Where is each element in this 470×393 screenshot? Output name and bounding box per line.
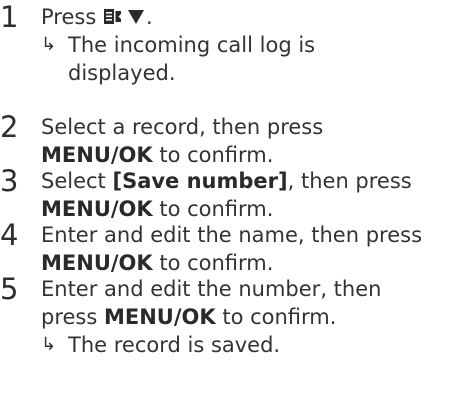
step-text-suffix: to confirm. [152, 143, 274, 167]
step-result: ↳ The incoming call log is [41, 31, 466, 59]
step-text: Select a record, then press MENU/OK to c… [41, 113, 466, 169]
step-number: 5 [0, 272, 19, 306]
result-arrow-icon: ↳ [41, 334, 57, 355]
step-text-suffix: , then press [287, 169, 412, 193]
result-text: The incoming call log is [68, 33, 316, 57]
step-text-suffix: to confirm. [152, 251, 274, 275]
result-text: The record is saved. [68, 333, 281, 357]
step-text-line: Select a record, then press [41, 115, 324, 139]
step-text-suffix: to confirm. [215, 305, 337, 329]
step-text-line: Enter and edit the number, then [41, 277, 382, 301]
step-number: 4 [0, 218, 19, 252]
step-text-line: Enter and edit the name, then press [41, 223, 423, 247]
step-text: Enter and edit the name, then press MENU… [41, 221, 466, 277]
step-text: Select [Save number], then press MENU/OK… [41, 167, 466, 223]
menu-ok-key: MENU/OK [41, 251, 153, 275]
step-text-prefix: press [41, 305, 104, 329]
step-number: 3 [0, 164, 19, 198]
step-number: 1 [0, 0, 19, 34]
down-arrow-icon [127, 10, 144, 24]
result-text-continued: displayed. [68, 61, 176, 85]
call-log-icon [103, 9, 121, 24]
result-arrow-icon: ↳ [41, 34, 57, 55]
step-text: Press . ↳ The incoming call log is displ… [41, 3, 466, 87]
menu-ok-key: MENU/OK [41, 143, 153, 167]
menu-ok-key: MENU/OK [103, 305, 216, 329]
step-text-prefix: Select [41, 169, 113, 193]
step-text: Enter and edit the number, then press ME… [41, 275, 466, 359]
step-number: 2 [0, 110, 19, 144]
step-result: ↳ The record is saved. [41, 331, 466, 359]
save-number-option: [Save number] [112, 169, 288, 193]
step-text-prefix: Press [41, 5, 103, 29]
step-text-suffix: . [145, 5, 153, 29]
menu-ok-key: MENU/OK [41, 197, 153, 221]
step-text-suffix: to confirm. [152, 197, 274, 221]
